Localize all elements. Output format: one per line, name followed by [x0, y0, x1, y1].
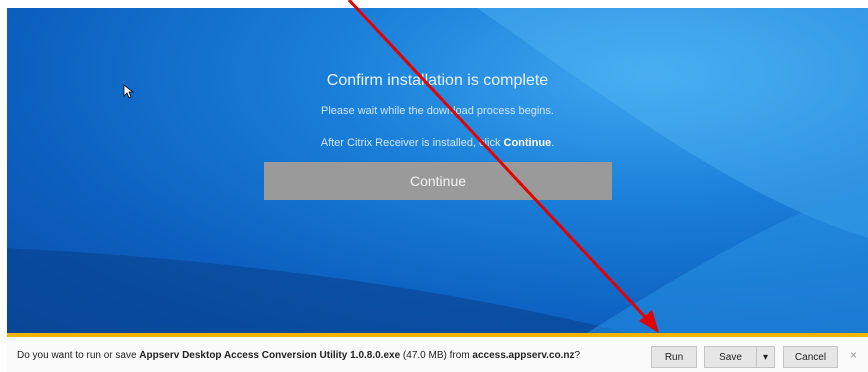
- annotation-arrow-icon: [347, 0, 659, 333]
